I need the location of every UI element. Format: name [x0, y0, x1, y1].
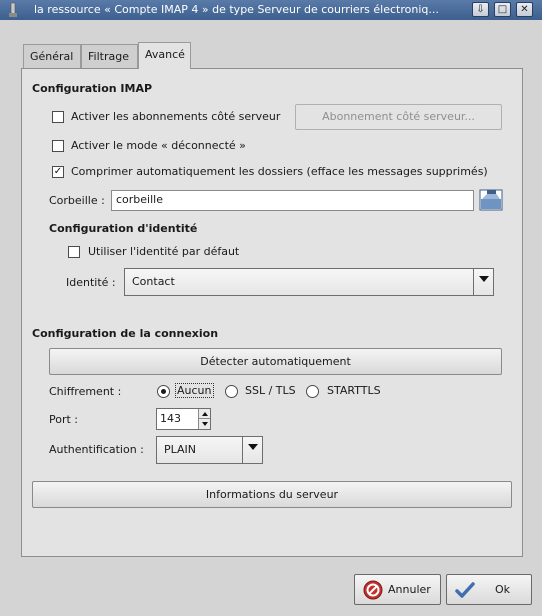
close-button[interactable]: ✕ — [516, 2, 533, 17]
auth-label: Authentification : — [49, 443, 144, 456]
server-subscription-button[interactable]: Abonnement côté serveur... — [295, 104, 502, 130]
folder-browse-icon[interactable] — [479, 188, 503, 212]
tab-label: Général — [30, 50, 74, 63]
encryption-starttls-radio[interactable] — [306, 385, 319, 398]
maximize-button[interactable]: □ — [494, 2, 511, 17]
identity-section-title: Configuration d'identité — [49, 222, 198, 235]
encryption-label: Chiffrement : — [49, 385, 122, 398]
cancel-icon — [363, 580, 383, 600]
trash-input[interactable]: corbeille — [111, 190, 474, 211]
server-info-button[interactable]: Informations du serveur — [32, 481, 512, 508]
compact-folders-label: Comprimer automatiquement les dossiers (… — [71, 165, 488, 178]
encryption-starttls-label: STARTTLS — [327, 384, 381, 397]
chevron-down-icon — [473, 269, 493, 295]
ok-button[interactable]: Ok — [446, 574, 532, 605]
tab-filtering[interactable]: Filtrage — [81, 44, 138, 69]
subscriptions-label: Activer les abonnements côté serveur — [71, 110, 281, 123]
subscriptions-checkbox[interactable] — [52, 111, 64, 123]
tab-general[interactable]: Général — [23, 44, 81, 69]
tab-advanced[interactable]: Avancé — [138, 42, 191, 69]
title-bar: la ressource « Compte IMAP 4 » de type S… — [0, 0, 542, 20]
tab-label: Avancé — [145, 48, 185, 61]
identity-label: Identité : — [66, 276, 116, 289]
default-identity-checkbox[interactable] — [68, 246, 80, 258]
compact-folders-checkbox[interactable]: ✓ — [52, 166, 64, 178]
trash-label: Corbeille : — [49, 194, 105, 207]
imap-section-title: Configuration IMAP — [32, 82, 153, 95]
encryption-none-radio[interactable] — [157, 385, 170, 398]
checkmark-icon — [455, 582, 475, 598]
disconnected-mode-checkbox[interactable] — [52, 140, 64, 152]
spin-up-icon[interactable] — [198, 409, 210, 419]
auth-value: PLAIN — [164, 443, 197, 456]
port-value: 143 — [160, 412, 181, 425]
cancel-button[interactable]: Annuler — [354, 574, 441, 605]
auth-select[interactable]: PLAIN — [156, 436, 263, 464]
cancel-label: Annuler — [388, 583, 431, 596]
trash-value: corbeille — [116, 193, 163, 206]
app-icon — [9, 2, 17, 17]
chevron-down-icon — [242, 437, 262, 463]
tab-label: Filtrage — [88, 50, 129, 63]
identity-select[interactable]: Contact — [124, 268, 494, 296]
auto-detect-button[interactable]: Détecter automatiquement — [49, 348, 502, 375]
disconnected-mode-label: Activer le mode « déconnecté » — [71, 139, 246, 152]
connection-section-title: Configuration de la connexion — [32, 327, 219, 340]
ok-label: Ok — [495, 583, 511, 596]
encryption-ssl-radio[interactable] — [225, 385, 238, 398]
port-label: Port : — [49, 413, 79, 426]
spin-down-icon[interactable] — [198, 419, 210, 429]
identity-value: Contact — [132, 275, 175, 288]
encryption-none-label: Aucun — [175, 383, 214, 398]
minimize-button[interactable]: ⇩ — [472, 2, 489, 17]
encryption-ssl-label: SSL / TLS — [245, 384, 296, 397]
port-spinbox[interactable]: 143 — [156, 408, 211, 430]
default-identity-label: Utiliser l'identité par défaut — [88, 245, 240, 258]
window-title: la ressource « Compte IMAP 4 » de type S… — [34, 3, 439, 16]
radio-selected-dot — [161, 389, 166, 394]
